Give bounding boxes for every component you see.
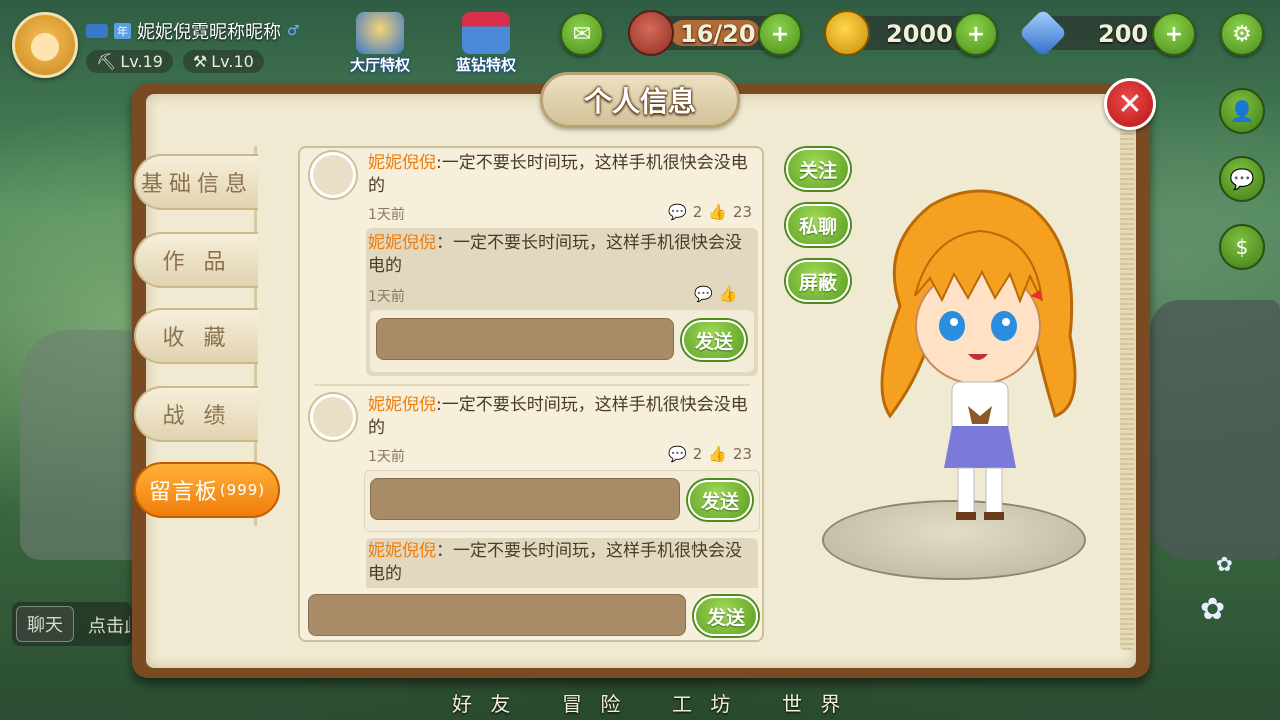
comment-count: 2: [692, 445, 703, 463]
gear-icon: ⚙: [1232, 21, 1252, 47]
comment-count: 2: [692, 203, 703, 221]
player-avatar[interactable]: [12, 12, 78, 78]
mailbox-icon: ✉: [572, 21, 592, 47]
hammer-icon: ⚒: [192, 52, 208, 71]
tab-message-board-label: 留言板: [148, 480, 218, 505]
close-button[interactable]: ✕: [1104, 78, 1156, 130]
background-rock: [1150, 300, 1280, 560]
gift-icon: [462, 12, 510, 54]
craft-level: ⚒ Lv.10: [182, 50, 264, 73]
reply-author[interactable]: 妮妮倪倪: [368, 541, 436, 561]
message-author[interactable]: 妮妮倪倪: [368, 153, 436, 173]
comment-icon[interactable]: 💬: [668, 445, 687, 463]
add-coins-button[interactable]: +: [954, 12, 998, 56]
message-count: (999): [219, 481, 266, 499]
mailbox-button[interactable]: ✉: [560, 12, 604, 56]
flower-decoration: ✿: [1200, 592, 1226, 627]
chat-hint[interactable]: 点击此: [88, 612, 130, 638]
message-board[interactable]: 妮妮倪倪:一定不要长时间玩，这样手机很快会没电的 1天前 💬 2 👍 23 妮妮倪倪…: [298, 146, 764, 642]
hall-privilege-label: 大厅特权: [349, 56, 410, 74]
reply-author[interactable]: 妮妮倪倪: [368, 233, 436, 253]
reply-text: 妮妮倪倪：一定不要长时间玩，这样手机很快会没电的: [368, 540, 756, 586]
panel-title: 个人信息: [583, 85, 696, 118]
coin-value: 2000: [886, 20, 953, 48]
hall-privilege-button[interactable]: 大厅特权: [340, 12, 420, 75]
private-chat-button[interactable]: 私聊: [786, 204, 850, 246]
player-name: 妮妮倪霓昵称昵称: [137, 22, 281, 43]
player-name-row: 年 妮妮倪霓昵称昵称 ♂: [86, 18, 300, 44]
comment-icon[interactable]: 💬: [668, 203, 687, 221]
block-button[interactable]: 屏蔽: [786, 260, 850, 302]
thumbs-up-icon[interactable]: 👍: [719, 285, 738, 303]
message-text: 妮妮倪倪:一定不要长时间玩，这样手机很快会没电的: [368, 152, 760, 198]
year-badge: 年: [114, 23, 131, 39]
commenter-avatar[interactable]: [310, 394, 356, 440]
settings-button[interactable]: ⚙: [1220, 12, 1264, 56]
panel-title-plate: 个人信息: [540, 72, 740, 128]
message-author[interactable]: 妮妮倪倪: [368, 395, 436, 415]
tab-basic-info[interactable]: 基础信息: [134, 154, 258, 210]
message-time: 1天前: [368, 449, 405, 465]
chat-bubble-button[interactable]: 💬: [1219, 156, 1265, 202]
male-icon: ♂: [287, 23, 300, 39]
tab-works[interactable]: 作 品: [134, 232, 258, 288]
reply-text: 妮妮倪倪：一定不要长时间玩，这样手机很快会没电的: [368, 232, 756, 278]
character-avatar: [880, 189, 1077, 520]
coin-icon: [824, 10, 870, 56]
tab-message-board[interactable]: 留言板 (999): [134, 462, 280, 518]
comment-icon[interactable]: 💬: [694, 285, 713, 303]
thumbs-up-icon[interactable]: 👍: [708, 203, 727, 221]
blue-diamond-privilege-button[interactable]: 蓝钻特权: [446, 12, 526, 75]
message-divider: [314, 384, 750, 386]
message-stats: 💬 2 👍 23: [668, 203, 752, 221]
like-count: 23: [732, 445, 753, 463]
message-text: 妮妮倪倪:一定不要长时间玩，这样手机很快会没电的: [368, 394, 760, 440]
pirate-icon: [356, 12, 404, 54]
reply-input[interactable]: [370, 478, 680, 520]
tab-favorites[interactable]: 收 藏: [134, 308, 258, 364]
nav-world[interactable]: 世 界: [782, 688, 846, 717]
send-button[interactable]: 发送: [688, 480, 752, 520]
nav-adventure[interactable]: 冒 险: [562, 688, 626, 717]
add-stamina-button[interactable]: +: [758, 12, 802, 56]
money-bag-icon: $: [1235, 235, 1249, 259]
tab-records[interactable]: 战 绩: [134, 386, 258, 442]
friend-voice-button[interactable]: 👤: [1219, 88, 1265, 134]
player-level: ⛏ Lv.19: [86, 50, 173, 73]
follow-button[interactable]: 关注: [786, 148, 850, 190]
close-icon: ✕: [1117, 86, 1143, 122]
send-button[interactable]: 发送: [682, 320, 746, 360]
pickaxe-icon: ⛏: [96, 52, 117, 71]
vip-icon: [86, 24, 108, 38]
stamina-value: 16/20: [680, 20, 756, 48]
user-voice-icon: 👤: [1229, 99, 1255, 123]
nav-friends[interactable]: 好 友: [452, 688, 516, 717]
page-edges: [1120, 110, 1134, 650]
chat-button[interactable]: 聊天: [16, 606, 74, 642]
nav-workshop[interactable]: 工 坊: [672, 688, 736, 717]
blue-diamond-privilege-label: 蓝钻特权: [455, 56, 516, 74]
flower-decoration: ✿: [1216, 552, 1233, 576]
message-time: 1天前: [368, 207, 405, 223]
money-bag-button[interactable]: $: [1219, 224, 1265, 270]
diamond-value: 200: [1098, 20, 1149, 48]
message-stats: 💬 2 👍 23: [668, 445, 752, 463]
reply-stats: 💬 👍: [694, 285, 737, 303]
level-row: ⛏ Lv.19 ⚒ Lv.10: [86, 50, 264, 73]
thumbs-up-icon[interactable]: 👍: [708, 445, 727, 463]
meat-icon: [628, 10, 674, 56]
add-diamonds-button[interactable]: +: [1152, 12, 1196, 56]
reply-time: 1天前: [368, 289, 405, 305]
reply-input[interactable]: [376, 318, 674, 360]
chat-bubble-icon: 💬: [1229, 167, 1255, 191]
like-count: 23: [732, 203, 753, 221]
post-message-button[interactable]: 发送: [694, 596, 758, 636]
message-input[interactable]: [308, 594, 686, 636]
commenter-avatar[interactable]: [310, 152, 356, 198]
